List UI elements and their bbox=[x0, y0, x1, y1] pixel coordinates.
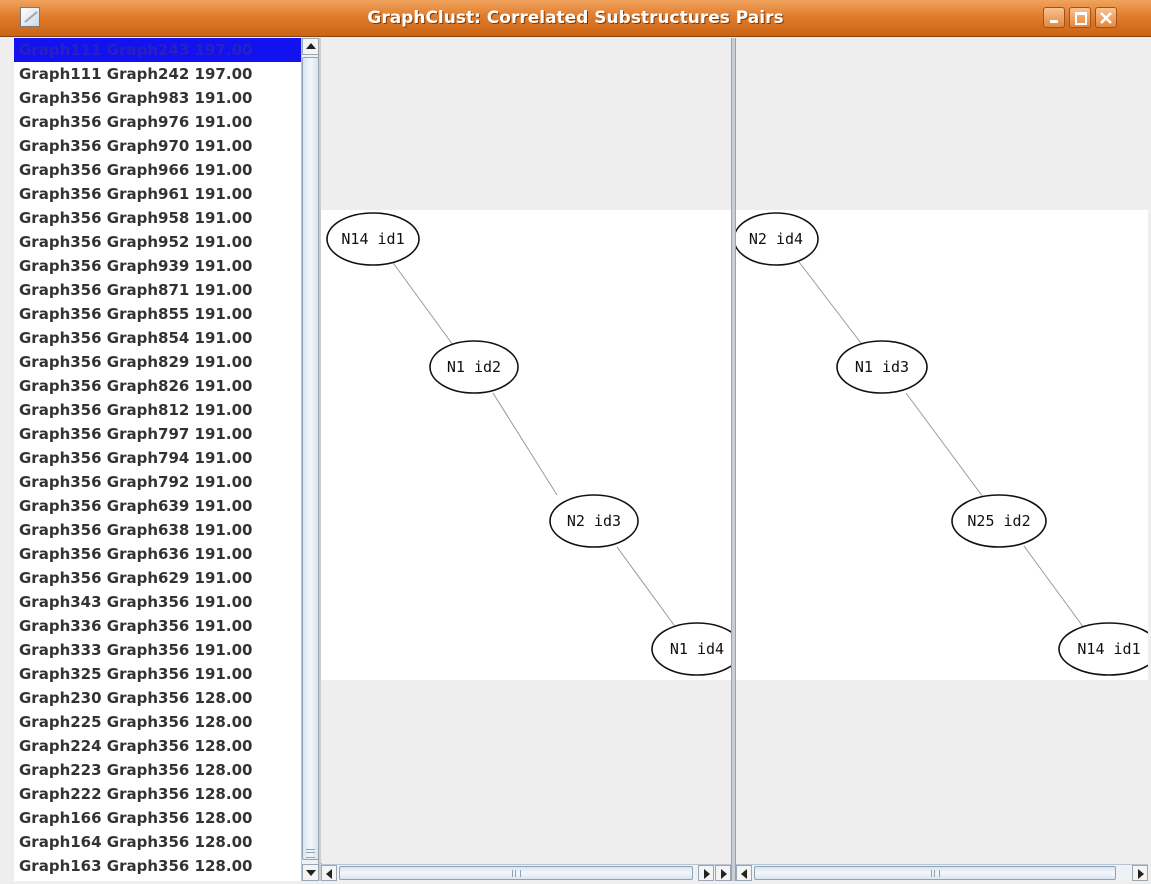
graph-edge bbox=[905, 392, 984, 498]
arrow-down-icon bbox=[306, 870, 316, 876]
list-item[interactable]: Graph336 Graph356 191.00 bbox=[14, 614, 301, 638]
list-item[interactable]: Graph343 Graph356 191.00 bbox=[14, 590, 301, 614]
list-item[interactable]: Graph223 Graph356 128.00 bbox=[14, 758, 301, 782]
right-graph-panel[interactable]: N2 id4 N1 id3 N25 id2 N14 id1 bbox=[736, 38, 1148, 863]
left-graph-canvas[interactable]: N14 id1 N1 id2 N2 id3 N1 id4 bbox=[321, 210, 731, 680]
list-item[interactable]: Graph225 Graph356 128.00 bbox=[14, 710, 301, 734]
list-item[interactable]: Graph356 Graph961 191.00 bbox=[14, 182, 301, 206]
list-item[interactable]: Graph356 Graph958 191.00 bbox=[14, 206, 301, 230]
arrow-right-icon bbox=[721, 869, 727, 879]
scroll-left-button[interactable] bbox=[736, 865, 752, 881]
scroll-right-button[interactable] bbox=[698, 865, 714, 881]
window-title: GraphClust: Correlated Substructures Pai… bbox=[367, 8, 784, 28]
list-vertical-scrollbar[interactable] bbox=[301, 38, 319, 881]
list-item[interactable]: Graph166 Graph356 128.00 bbox=[14, 806, 301, 830]
maximize-button[interactable] bbox=[1069, 7, 1091, 28]
list-item[interactable]: Graph356 Graph871 191.00 bbox=[14, 278, 301, 302]
list-item[interactable]: Graph356 Graph638 191.00 bbox=[14, 518, 301, 542]
app-window: GraphClust: Correlated Substructures Pai… bbox=[0, 0, 1151, 884]
title-bar[interactable]: GraphClust: Correlated Substructures Pai… bbox=[0, 0, 1151, 37]
list-item[interactable]: Graph356 Graph826 191.00 bbox=[14, 374, 301, 398]
svg-text:N14 id1: N14 id1 bbox=[1077, 640, 1140, 658]
list-item[interactable]: Graph356 Graph939 191.00 bbox=[14, 254, 301, 278]
graph-edge bbox=[1023, 545, 1085, 629]
graph-node[interactable]: N25 id2 bbox=[951, 494, 1047, 548]
svg-text:N2 id3: N2 id3 bbox=[567, 512, 621, 530]
scroll-right-button[interactable] bbox=[715, 865, 731, 881]
svg-text:N1 id2: N1 id2 bbox=[447, 358, 501, 376]
scroll-up-button[interactable] bbox=[302, 38, 319, 55]
right-graph-canvas[interactable]: N2 id4 N1 id3 N25 id2 N14 id1 bbox=[736, 210, 1148, 680]
close-button[interactable] bbox=[1095, 7, 1117, 28]
list-item[interactable]: Graph356 Graph983 191.00 bbox=[14, 86, 301, 110]
list-item[interactable]: Graph111 Graph242 197.00 bbox=[14, 62, 301, 86]
graph-edge bbox=[492, 392, 558, 496]
arrow-left-icon bbox=[326, 869, 332, 879]
arrow-right-icon bbox=[704, 869, 710, 879]
list-item[interactable]: Graph356 Graph629 191.00 bbox=[14, 566, 301, 590]
list-item[interactable]: Graph356 Graph636 191.00 bbox=[14, 542, 301, 566]
svg-text:N14 id1: N14 id1 bbox=[341, 230, 404, 248]
graph-node[interactable]: N14 id1 bbox=[326, 212, 420, 266]
list-item[interactable]: Graph163 Graph356 128.00 bbox=[14, 854, 301, 878]
list-item[interactable]: Graph356 Graph970 191.00 bbox=[14, 134, 301, 158]
graph-node[interactable]: N1 id4 bbox=[651, 622, 731, 676]
right-graph[interactable]: N2 id4 N1 id3 N25 id2 N14 id1 bbox=[736, 210, 1148, 680]
left-hscroll-thumb[interactable] bbox=[339, 866, 693, 880]
list-item[interactable]: Graph325 Graph356 191.00 bbox=[14, 662, 301, 686]
grip-icon bbox=[931, 870, 940, 877]
graph-node[interactable]: N1 id3 bbox=[836, 340, 928, 394]
close-icon bbox=[1100, 12, 1112, 24]
list-item[interactable]: Graph356 Graph797 191.00 bbox=[14, 422, 301, 446]
list-item[interactable]: Graph356 Graph639 191.00 bbox=[14, 494, 301, 518]
list-scroll-thumb[interactable] bbox=[302, 57, 319, 860]
minimize-button[interactable] bbox=[1043, 7, 1065, 28]
list-item[interactable]: Graph356 Graph829 191.00 bbox=[14, 350, 301, 374]
scroll-down-button[interactable] bbox=[302, 864, 319, 881]
list-item[interactable]: Graph224 Graph356 128.00 bbox=[14, 734, 301, 758]
scroll-left-button[interactable] bbox=[321, 865, 337, 881]
left-graph-panel[interactable]: N14 id1 N1 id2 N2 id3 N1 id4 bbox=[321, 38, 731, 863]
list-item[interactable]: Graph356 Graph855 191.00 bbox=[14, 302, 301, 326]
svg-text:N2 id4: N2 id4 bbox=[749, 230, 803, 248]
list-item[interactable]: Graph356 Graph952 191.00 bbox=[14, 230, 301, 254]
pairs-list[interactable]: Graph111 Graph243 197.00 Graph111 Graph24… bbox=[14, 38, 301, 881]
list-item[interactable]: Graph356 Graph794 191.00 bbox=[14, 446, 301, 470]
svg-text:N1 id4: N1 id4 bbox=[670, 640, 724, 658]
arrow-right-icon bbox=[1138, 869, 1144, 879]
grip-icon bbox=[512, 870, 521, 877]
list-item[interactable]: Graph356 Graph976 191.00 bbox=[14, 110, 301, 134]
right-horizontal-scrollbar[interactable] bbox=[736, 864, 1148, 881]
graph-node[interactable]: N2 id4 bbox=[736, 212, 819, 266]
svg-text:N25 id2: N25 id2 bbox=[967, 512, 1030, 530]
list-item[interactable]: Graph333 Graph356 191.00 bbox=[14, 638, 301, 662]
svg-text:N1 id3: N1 id3 bbox=[855, 358, 909, 376]
list-item[interactable]: Graph356 Graph854 191.00 bbox=[14, 326, 301, 350]
graph-edge bbox=[616, 546, 675, 626]
list-item[interactable]: Graph356 Graph792 191.00 bbox=[14, 470, 301, 494]
graph-node[interactable]: N1 id2 bbox=[429, 340, 519, 394]
graph-edge bbox=[798, 261, 865, 348]
graph-node[interactable]: N14 id1 bbox=[1058, 622, 1148, 676]
graph-edge bbox=[390, 259, 454, 346]
list-item[interactable]: Graph356 Graph966 191.00 bbox=[14, 158, 301, 182]
graph-node[interactable]: N2 id3 bbox=[549, 494, 639, 548]
left-graph[interactable]: N14 id1 N1 id2 N2 id3 N1 id4 bbox=[321, 210, 731, 680]
grip-icon bbox=[306, 849, 315, 858]
list-item[interactable]: Graph356 Graph812 191.00 bbox=[14, 398, 301, 422]
arrow-up-icon bbox=[306, 43, 316, 49]
left-horizontal-scrollbar[interactable] bbox=[321, 864, 731, 881]
scroll-right-button[interactable] bbox=[1132, 865, 1148, 881]
list-item[interactable]: Graph222 Graph356 128.00 bbox=[14, 782, 301, 806]
list-item[interactable]: Graph111 Graph243 197.00 bbox=[14, 38, 301, 62]
arrow-left-icon bbox=[741, 869, 747, 879]
list-item[interactable]: Graph230 Graph356 128.00 bbox=[14, 686, 301, 710]
list-item[interactable]: Graph164 Graph356 128.00 bbox=[14, 830, 301, 854]
right-hscroll-thumb[interactable] bbox=[754, 866, 1116, 880]
